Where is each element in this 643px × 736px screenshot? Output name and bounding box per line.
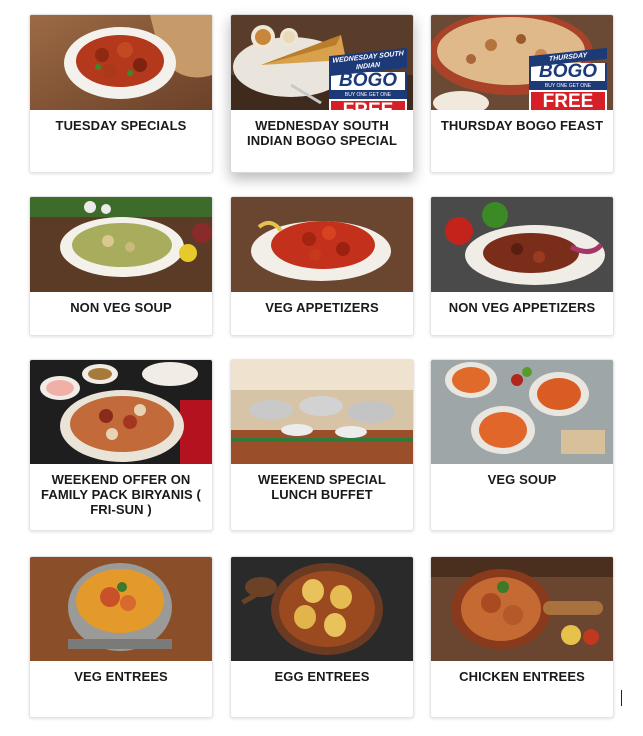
bogo-badge-title: BOGO [329, 71, 407, 92]
egg-entrees-photo [231, 557, 413, 661]
card-label: THURSDAY BOGO FEAST [440, 118, 604, 133]
card-label: VEG ENTREES [74, 669, 168, 684]
chicken-entrees-photo [431, 557, 613, 661]
wednesday-special-photo: WEDNESDAY SOUTH INDIAN BOGO BUY ONE GET … [231, 15, 413, 110]
veg-soup-photo [431, 360, 613, 464]
veg-entrees-photo [30, 557, 212, 661]
menu-card-veg-entrees[interactable]: VEG ENTREES [29, 556, 213, 718]
menu-card-veg-soup[interactable]: VEG SOUP [430, 359, 614, 531]
family-pack-biryani-photo [30, 360, 212, 464]
veg-appetizers-photo [231, 197, 413, 292]
bogo-badge-subtitle: BUY ONE GET ONE [529, 83, 607, 90]
card-label: VEG APPETIZERS [265, 300, 379, 315]
menu-card-weekend-lunch-buffet[interactable]: WEEKEND SPECIAL LUNCH BUFFET [230, 359, 414, 531]
card-label: NON VEG SOUP [70, 300, 172, 315]
non-veg-appetizers-photo [431, 197, 613, 292]
bogo-badge: THURSDAY BOGO BUY ONE GET ONE FREE [529, 47, 607, 110]
menu-card-non-veg-soup[interactable]: NON VEG SOUP [29, 196, 213, 336]
bogo-badge-subtitle: BUY ONE GET ONE [329, 92, 407, 99]
non-veg-soup-photo [30, 197, 212, 292]
lunch-buffet-photo [231, 360, 413, 464]
menu-card-non-veg-appetizers[interactable]: NON VEG APPETIZERS [430, 196, 614, 336]
card-label: WEDNESDAY SOUTH INDIAN BOGO SPECIAL [247, 118, 397, 148]
menu-card-chicken-entrees[interactable]: CHICKEN ENTREES [430, 556, 614, 718]
card-label: VEG SOUP [487, 472, 557, 487]
menu-card-egg-entrees[interactable]: EGG ENTREES [230, 556, 414, 718]
card-label: TUESDAY SPECIALS [55, 118, 187, 133]
menu-card-weekend-family-pack-biryanis[interactable]: WEEKEND OFFER ON FAMILY PACK BIRYANIS ( … [29, 359, 213, 531]
card-label: NON VEG APPETIZERS [448, 300, 596, 315]
text-cursor [621, 690, 622, 706]
bogo-badge-free: FREE [329, 99, 407, 110]
card-label: WEEKEND OFFER ON FAMILY PACK BIRYANIS ( … [41, 472, 201, 517]
card-label: CHICKEN ENTREES [459, 669, 585, 684]
menu-card-tuesday-specials[interactable]: TUESDAY SPECIALS [29, 14, 213, 173]
menu-card-thursday-bogo-feast[interactable]: THURSDAY BOGO BUY ONE GET ONE FREE THURS… [430, 14, 614, 173]
bogo-badge-free: FREE [529, 90, 607, 110]
card-label: EGG ENTREES [274, 669, 370, 684]
bogo-badge-title: BOGO [529, 62, 607, 83]
menu-card-veg-appetizers[interactable]: VEG APPETIZERS [230, 196, 414, 336]
tuesday-specials-photo [30, 15, 212, 110]
card-label: WEEKEND SPECIAL LUNCH BUFFET [258, 472, 386, 502]
thursday-feast-photo: THURSDAY BOGO BUY ONE GET ONE FREE [431, 15, 613, 110]
menu-card-wednesday-south-indian-bogo[interactable]: WEDNESDAY SOUTH INDIAN BOGO BUY ONE GET … [230, 14, 414, 173]
bogo-badge: WEDNESDAY SOUTH INDIAN BOGO BUY ONE GET … [329, 47, 407, 110]
